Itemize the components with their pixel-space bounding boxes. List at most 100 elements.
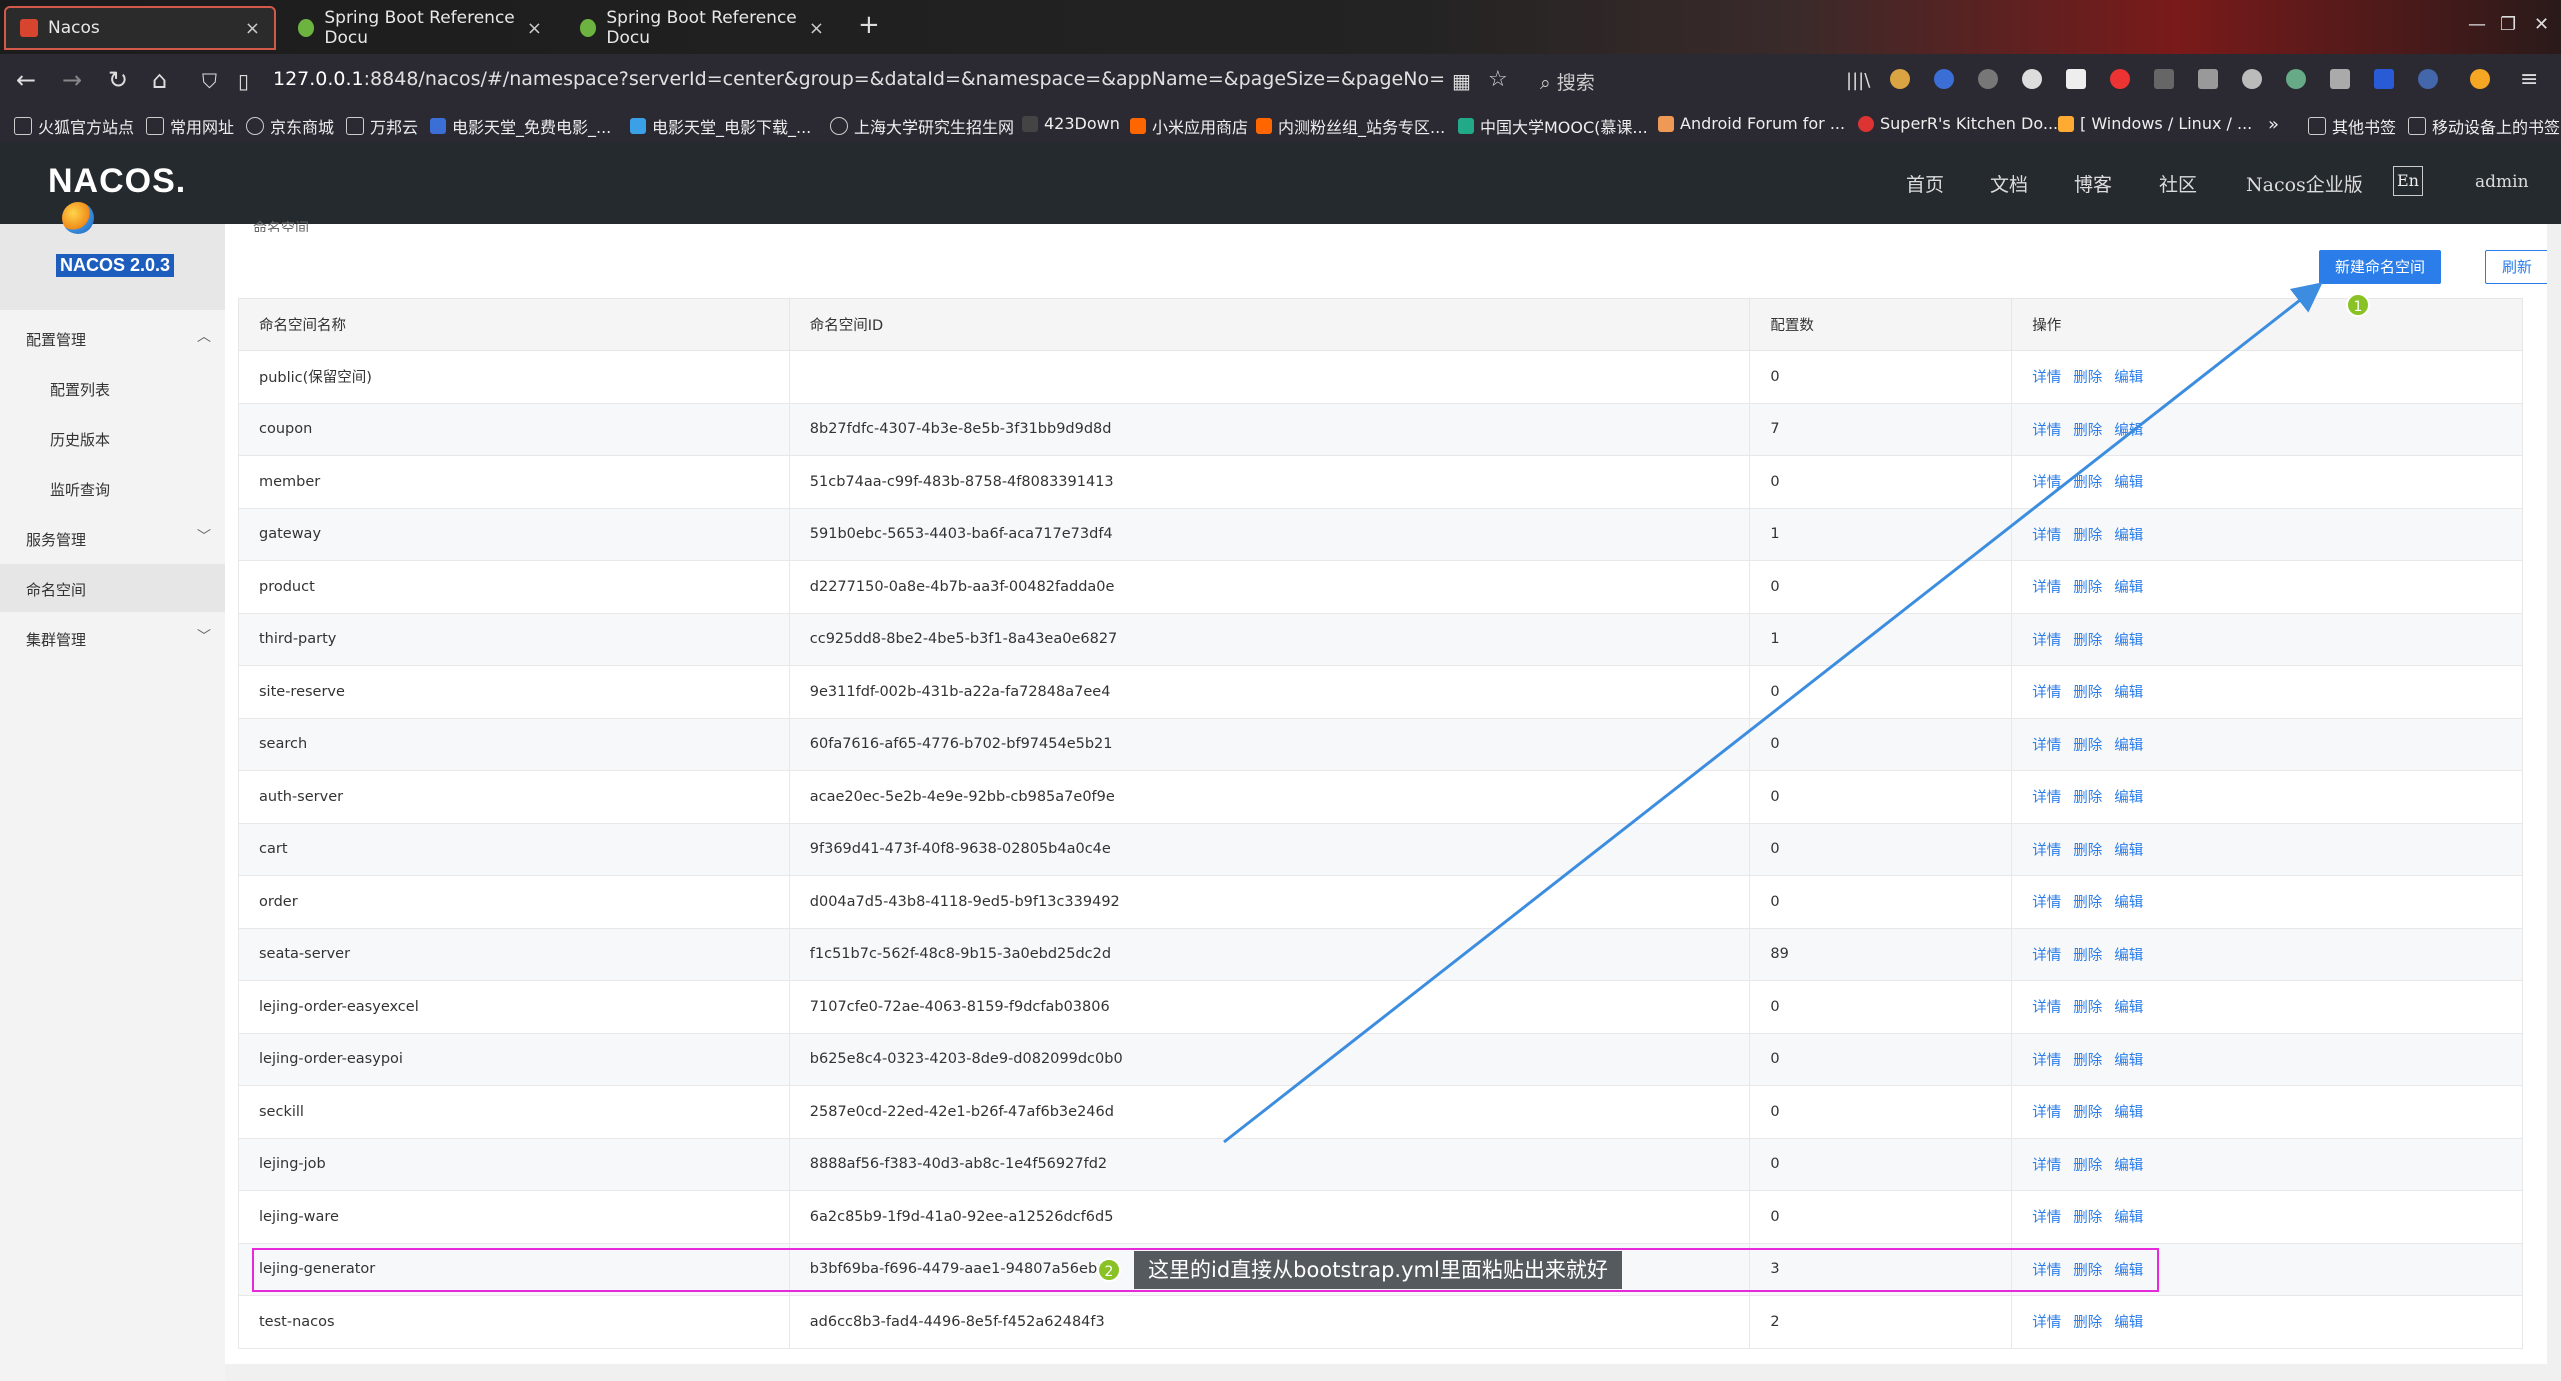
forward-icon[interactable]: → — [62, 66, 82, 94]
bookmark-item[interactable]: 小米应用商店 — [1130, 114, 1248, 138]
edit-link[interactable]: 编辑 — [2114, 1210, 2143, 1226]
shield-icon[interactable]: ⛉ — [202, 69, 217, 93]
delete-link[interactable]: 删除 — [2073, 1000, 2102, 1016]
horizontal-scrollbar[interactable] — [225, 1364, 2547, 1381]
edit-link[interactable]: 编辑 — [2114, 843, 2143, 859]
details-link[interactable]: 详情 — [2032, 843, 2061, 859]
new-tab-icon[interactable]: + — [858, 10, 880, 40]
minimize-icon[interactable]: — — [2468, 14, 2486, 35]
edit-link[interactable]: 编辑 — [2114, 580, 2143, 596]
edit-link[interactable]: 编辑 — [2114, 1000, 2143, 1016]
sidebar-item-cluster-management[interactable]: 集群管理 ﹀ — [0, 614, 225, 662]
delete-link[interactable]: 删除 — [2073, 370, 2102, 386]
user-menu[interactable]: admin — [2475, 172, 2529, 192]
tab-nacos[interactable]: Nacos × — [4, 6, 276, 50]
sidebar-item-config-management[interactable]: 配置管理 ︿ — [0, 314, 225, 362]
edit-link[interactable]: 编辑 — [2114, 1158, 2143, 1174]
bookmark-item[interactable]: 内测粉丝组_站务专区... — [1256, 114, 1445, 138]
edit-link[interactable]: 编辑 — [2114, 685, 2143, 701]
nav-enterprise[interactable]: Nacos企业版 — [2246, 170, 2363, 197]
language-switch-button[interactable]: En — [2393, 166, 2423, 196]
delete-link[interactable]: 删除 — [2073, 1158, 2102, 1174]
home-icon[interactable]: ⌂ — [152, 66, 167, 94]
bookmark-item[interactable]: 423Down — [1022, 114, 1120, 133]
delete-link[interactable]: 删除 — [2073, 580, 2102, 596]
sidebar-item-config-list[interactable]: 配置列表 — [0, 364, 225, 412]
tab-spring-boot-2[interactable]: Spring Boot Reference Docu × — [566, 6, 838, 50]
sidebar-item-history[interactable]: 历史版本 — [0, 414, 225, 462]
details-link[interactable]: 详情 — [2032, 370, 2061, 386]
delete-link[interactable]: 删除 — [2073, 843, 2102, 859]
extension-icon[interactable] — [2110, 69, 2130, 89]
details-link[interactable]: 详情 — [2032, 1315, 2061, 1331]
extension-icon[interactable] — [2374, 69, 2394, 89]
extension-icon[interactable] — [2022, 69, 2042, 89]
reload-icon[interactable]: ↻ — [108, 66, 128, 94]
extension-icon[interactable] — [2242, 69, 2262, 89]
edit-link[interactable]: 编辑 — [2114, 475, 2143, 491]
bookmark-item[interactable]: 常用网址 — [146, 114, 234, 138]
delete-link[interactable]: 删除 — [2073, 1210, 2102, 1226]
extension-icon[interactable] — [1934, 69, 1954, 89]
sidebar-item-service-management[interactable]: 服务管理 ﹀ — [0, 514, 225, 562]
bookmark-item[interactable]: 京东商城 — [246, 114, 334, 138]
extension-icon[interactable] — [1890, 69, 1910, 89]
delete-link[interactable]: 删除 — [2073, 475, 2102, 491]
details-link[interactable]: 详情 — [2032, 1105, 2061, 1121]
edit-link[interactable]: 编辑 — [2114, 738, 2143, 754]
extension-icon[interactable] — [2418, 69, 2438, 89]
library-icon[interactable]: |||\ — [1846, 70, 1870, 91]
delete-link[interactable]: 删除 — [2073, 948, 2102, 964]
edit-link[interactable]: 编辑 — [2114, 528, 2143, 544]
details-link[interactable]: 详情 — [2032, 790, 2061, 806]
delete-link[interactable]: 删除 — [2073, 1315, 2102, 1331]
menu-icon[interactable]: ≡ — [2520, 67, 2538, 92]
delete-link[interactable]: 删除 — [2073, 738, 2102, 754]
sidebar-item-listener-query[interactable]: 监听查询 — [0, 464, 225, 512]
sidebar-item-namespace[interactable]: 命名空间 — [0, 564, 225, 612]
bookmark-item[interactable]: 上海大学研究生招生网 — [830, 114, 1014, 138]
extension-icon[interactable] — [2470, 69, 2490, 89]
delete-link[interactable]: 删除 — [2073, 790, 2102, 806]
details-link[interactable]: 详情 — [2032, 738, 2061, 754]
nav-docs[interactable]: 文档 — [1990, 170, 2028, 197]
details-link[interactable]: 详情 — [2032, 685, 2061, 701]
search-box[interactable]: ⌕ 搜索 — [1540, 68, 1595, 95]
details-link[interactable]: 详情 — [2032, 423, 2061, 439]
nav-home[interactable]: 首页 — [1906, 170, 1944, 197]
delete-link[interactable]: 删除 — [2073, 1105, 2102, 1121]
back-icon[interactable]: ← — [16, 66, 36, 94]
details-link[interactable]: 详情 — [2032, 1158, 2061, 1174]
tab-spring-boot-1[interactable]: Spring Boot Reference Docu × — [284, 6, 556, 50]
details-link[interactable]: 详情 — [2032, 1000, 2061, 1016]
edit-link[interactable]: 编辑 — [2114, 370, 2143, 386]
close-tab-icon[interactable]: × — [809, 18, 824, 39]
delete-link[interactable]: 删除 — [2073, 423, 2102, 439]
extension-icon[interactable] — [1978, 69, 1998, 89]
star-icon[interactable]: ☆ — [1488, 67, 1508, 92]
extension-icon[interactable] — [2330, 69, 2350, 89]
refresh-button[interactable]: 刷新 — [2485, 250, 2549, 284]
edit-link[interactable]: 编辑 — [2114, 1315, 2143, 1331]
nav-blog[interactable]: 博客 — [2074, 170, 2112, 197]
nav-community[interactable]: 社区 — [2159, 170, 2197, 197]
bookmark-item[interactable]: 万邦云 — [346, 114, 418, 138]
qr-code-icon[interactable]: ▦ — [1452, 69, 1471, 93]
edit-link[interactable]: 编辑 — [2114, 895, 2143, 911]
extension-icon[interactable] — [2198, 69, 2218, 89]
vertical-scrollbar[interactable] — [2547, 224, 2561, 1381]
new-namespace-button[interactable]: 新建命名空间 — [2319, 250, 2441, 284]
delete-link[interactable]: 删除 — [2073, 895, 2102, 911]
details-link[interactable]: 详情 — [2032, 580, 2061, 596]
edit-link[interactable]: 编辑 — [2114, 633, 2143, 649]
bookmark-item[interactable]: 电影天堂_免费电影_... — [430, 114, 611, 138]
edit-link[interactable]: 编辑 — [2114, 790, 2143, 806]
details-link[interactable]: 详情 — [2032, 1053, 2061, 1069]
address-bar[interactable]: 127.0.0.1:8848/nacos/#/namespace?serverI… — [273, 68, 1445, 90]
bookmark-item[interactable]: [ Windows / Linux / ... — [2058, 114, 2252, 133]
details-link[interactable]: 详情 — [2032, 895, 2061, 911]
close-window-icon[interactable]: ✕ — [2534, 14, 2549, 35]
delete-link[interactable]: 删除 — [2073, 1053, 2102, 1069]
bookmark-item[interactable]: SuperR's Kitchen Do... — [1858, 114, 2058, 133]
bookmark-item[interactable]: 中国大学MOOC(慕课... — [1458, 114, 1648, 138]
